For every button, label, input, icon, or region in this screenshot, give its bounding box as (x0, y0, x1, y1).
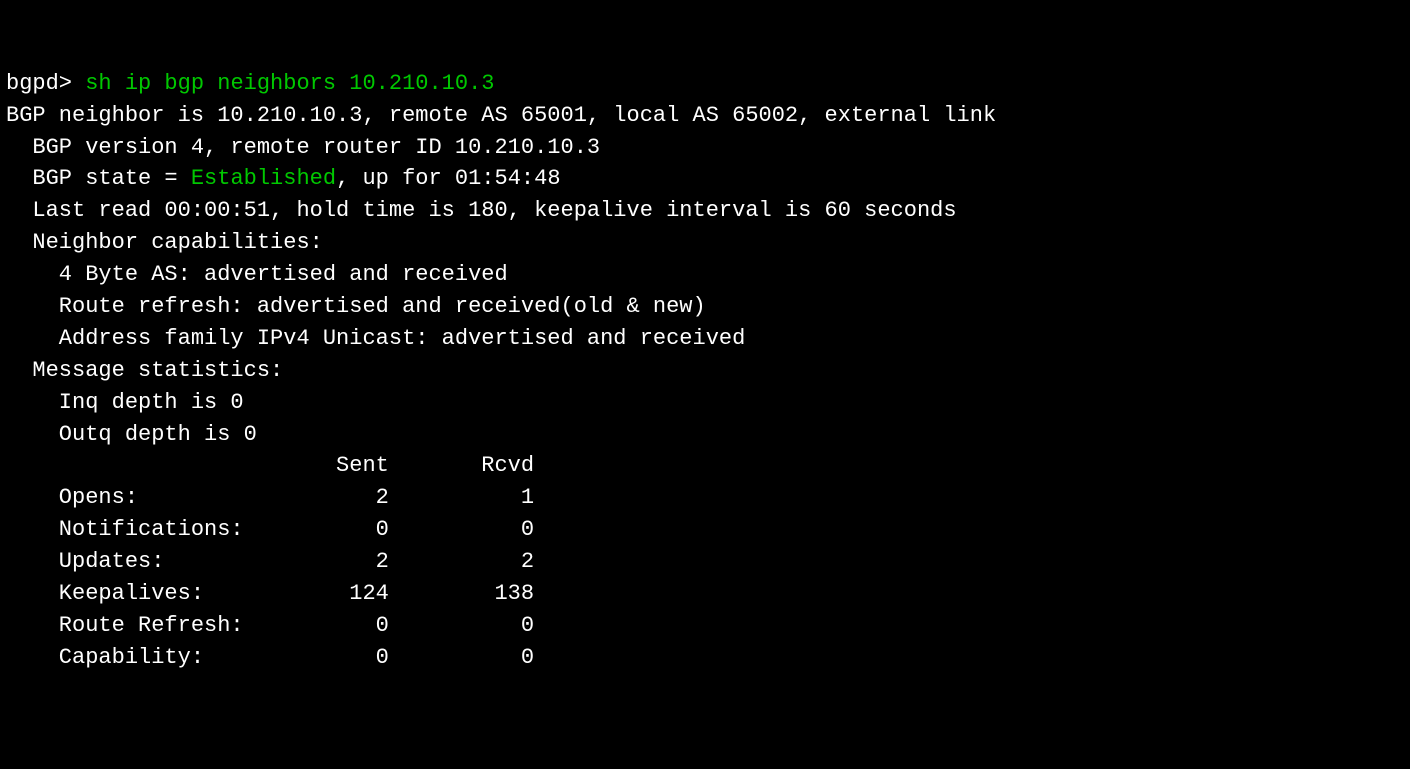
msg-stats-header: Message statistics: (6, 355, 1404, 387)
last-read-line: Last read 00:00:51, hold time is 180, ke… (6, 195, 1404, 227)
terminal-output[interactable]: bgpd> sh ip bgp neighbors 10.210.10.3BGP… (6, 68, 1404, 674)
cap-4byte-as: 4 Byte AS: advertised and received (6, 259, 1404, 291)
stats-notifications: Notifications: 0 0 (6, 514, 1404, 546)
state-value: Established (191, 166, 336, 191)
cap-route-refresh: Route refresh: advertised and received(o… (6, 291, 1404, 323)
bgp-neighbor-line: BGP neighbor is 10.210.10.3, remote AS 6… (6, 100, 1404, 132)
prompt: bgpd> (6, 71, 85, 96)
command: sh ip bgp neighbors 10.210.10.3 (85, 71, 494, 96)
stats-routerefresh: Route Refresh: 0 0 (6, 610, 1404, 642)
inq-depth: Inq depth is 0 (6, 387, 1404, 419)
cap-afi: Address family IPv4 Unicast: advertised … (6, 323, 1404, 355)
prompt-line: bgpd> sh ip bgp neighbors 10.210.10.3 (6, 68, 1404, 100)
outq-depth: Outq depth is 0 (6, 419, 1404, 451)
bgp-version-line: BGP version 4, remote router ID 10.210.1… (6, 132, 1404, 164)
state-suffix: , up for 01:54:48 (336, 166, 560, 191)
stats-capability: Capability: 0 0 (6, 642, 1404, 674)
capabilities-header: Neighbor capabilities: (6, 227, 1404, 259)
stats-updates: Updates: 2 2 (6, 546, 1404, 578)
state-prefix: BGP state = (6, 166, 191, 191)
stats-keepalives: Keepalives: 124 138 (6, 578, 1404, 610)
stats-header: Sent Rcvd (6, 450, 1404, 482)
stats-opens: Opens: 2 1 (6, 482, 1404, 514)
bgp-state-line: BGP state = Established, up for 01:54:48 (6, 163, 1404, 195)
